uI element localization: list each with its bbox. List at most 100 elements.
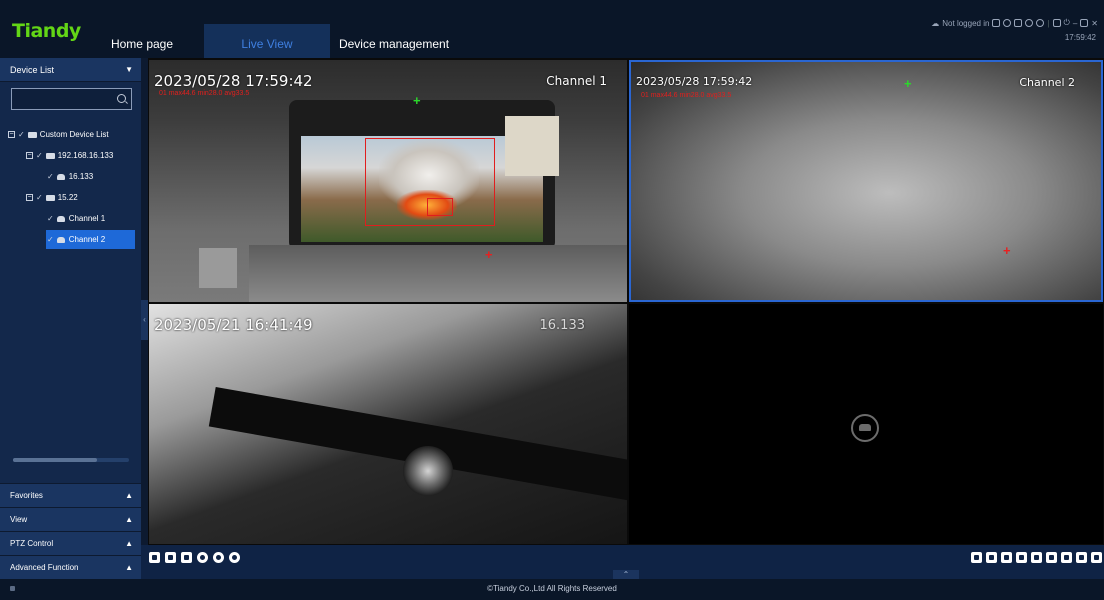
collapse-icon[interactable]: −: [26, 194, 33, 202]
layout-4-icon[interactable]: [986, 552, 997, 563]
settings-icon[interactable]: [1036, 19, 1045, 27]
camera-icon: [56, 173, 65, 180]
restore-icon[interactable]: [1080, 19, 1089, 27]
panel-label: Favorites: [10, 491, 43, 500]
collapse-icon[interactable]: −: [8, 131, 15, 139]
max-temp-marker-icon: +: [413, 93, 421, 108]
status-area: ☁ Not logged in | ⏻ – ✕: [931, 18, 1098, 28]
ptz-icon[interactable]: [197, 552, 208, 563]
search-input[interactable]: [11, 88, 132, 110]
zoom-in-icon[interactable]: [213, 552, 224, 563]
layout-6-icon[interactable]: [1001, 552, 1012, 563]
toolbar-left: [149, 552, 240, 563]
channel-label: 16.133: [539, 318, 586, 333]
video-window-3[interactable]: 2023/05/21 16:41:49 16.133: [149, 304, 627, 544]
divider: |: [1047, 18, 1050, 28]
device-tree: − ✓ Custom Device List − ✓ 192.168.16.133 ✓ 1…: [0, 125, 141, 249]
tree-node-label: Channel 2: [68, 235, 106, 244]
video-window-4[interactable]: [629, 304, 1103, 544]
folder-icon: [27, 131, 37, 138]
panel-label: Advanced Function: [10, 563, 79, 572]
checkbox-icon[interactable]: ✓: [36, 193, 43, 202]
cloud-icon[interactable]: ☁: [931, 19, 939, 28]
keyboard-icon[interactable]: [992, 19, 1001, 27]
tree-node-channel-1[interactable]: ✓ Channel 1: [0, 209, 141, 228]
panel-advanced-function[interactable]: Advanced Function ▲: [0, 555, 141, 579]
collapse-icon[interactable]: −: [26, 152, 33, 160]
checkbox-icon[interactable]: ✓: [47, 214, 54, 223]
lock-icon[interactable]: [1052, 19, 1061, 27]
video-timestamp: 2023/05/21 16:41:49: [154, 316, 313, 334]
layout-9-icon[interactable]: [1031, 552, 1042, 563]
sidebar: Device List ▼ − ✓ Custom Device List − ✓ 192…: [0, 58, 141, 579]
minimize-icon[interactable]: –: [1073, 19, 1077, 28]
tab-home-page[interactable]: Home page: [106, 24, 178, 58]
scene-mechanism: [403, 446, 453, 496]
sidebar-collapse-handle[interactable]: ‹: [141, 300, 148, 340]
panel-view[interactable]: View ▲: [0, 507, 141, 531]
layout-25-icon[interactable]: [1076, 552, 1087, 563]
tab-device-management[interactable]: Device management: [338, 24, 450, 58]
horizontal-scrollbar[interactable]: [13, 458, 129, 462]
info-icon[interactable]: [1025, 19, 1034, 27]
video-grid: 2023/05/28 17:59:42 Channel 1 01 max44.6…: [148, 58, 1104, 545]
search-icon[interactable]: [117, 94, 126, 103]
checkbox-icon[interactable]: ✓: [47, 172, 54, 181]
chevron-up-icon: ▲: [125, 539, 133, 548]
no-video-icon: [851, 414, 879, 442]
checkbox-icon[interactable]: ✓: [36, 151, 43, 160]
close-icon[interactable]: ✕: [1091, 19, 1098, 28]
folder-icon: [45, 194, 55, 201]
lock-screen-icon[interactable]: [1014, 19, 1023, 27]
panel-label: View: [10, 515, 28, 524]
panel-ptz-control[interactable]: PTZ Control ▲: [0, 531, 141, 555]
tree-node-16-133[interactable]: ✓ 16.133: [0, 167, 141, 186]
tree-node-15-22[interactable]: − ✓ 15.22: [0, 188, 141, 207]
scrollbar-thumb[interactable]: [13, 458, 97, 462]
chevron-up-icon: ▲: [125, 515, 133, 524]
user-icon[interactable]: [1003, 19, 1012, 27]
snapshot-icon[interactable]: [149, 552, 160, 563]
tree-node-192-168-16-133[interactable]: − ✓ 192.168.16.133: [0, 146, 141, 165]
footer: ©Tiandy Co.,Ltd All Rights Reserved: [0, 579, 1104, 600]
layout-16-icon[interactable]: [1061, 552, 1072, 563]
layout-8-icon[interactable]: [1016, 552, 1027, 563]
talk-icon[interactable]: [181, 552, 192, 563]
max-temp-marker-icon: +: [904, 76, 912, 91]
camera-icon: [56, 215, 65, 222]
copyright-text: ©Tiandy Co.,Ltd All Rights Reserved: [487, 584, 617, 593]
folder-icon: [45, 152, 55, 159]
app-logo: Tiandy: [12, 20, 81, 42]
checkbox-icon[interactable]: ✓: [47, 235, 54, 244]
scene-paper: [505, 116, 559, 176]
camera-icon: [56, 236, 65, 243]
chevron-down-icon: ▼: [125, 65, 133, 74]
scene-blurred-object: [199, 248, 237, 288]
toolbar-right: [971, 552, 1102, 563]
record-icon[interactable]: [165, 552, 176, 563]
temperature-readout: 01 max44.6 min28.0 avg33.5: [159, 90, 250, 97]
clock: 17:59:42: [1064, 33, 1096, 42]
tree-node-custom-device-list[interactable]: − ✓ Custom Device List: [0, 125, 141, 144]
close-all-icon[interactable]: [229, 552, 240, 563]
login-status[interactable]: Not logged in: [942, 19, 989, 28]
device-list-header[interactable]: Device List ▼: [0, 58, 141, 82]
tree-node-label: 15.22: [57, 193, 78, 202]
tree-node-channel-2[interactable]: ✓ Channel 2: [46, 230, 135, 249]
panel-label: PTZ Control: [10, 539, 54, 548]
fullscreen-icon[interactable]: [1091, 552, 1102, 563]
panel-favorites[interactable]: Favorites ▲: [0, 483, 141, 507]
video-toolbar: ⌃: [141, 545, 1104, 579]
video-timestamp: 2023/05/28 17:59:42: [636, 75, 753, 88]
checkbox-icon[interactable]: ✓: [18, 130, 25, 139]
tree-node-label: 16.133: [68, 172, 94, 181]
layout-1-icon[interactable]: [971, 552, 982, 563]
min-temp-marker-icon: +: [485, 247, 493, 262]
power-icon[interactable]: ⏻: [1064, 18, 1070, 28]
channel-label: Channel 1: [546, 74, 607, 88]
video-window-1[interactable]: 2023/05/28 17:59:42 Channel 1 01 max44.6…: [149, 60, 627, 302]
toolbar-expand-handle[interactable]: ⌃: [613, 570, 639, 579]
video-window-2[interactable]: 2023/05/28 17:59:42 Channel 2 01 max44.6…: [629, 60, 1103, 302]
tab-live-view[interactable]: Live View: [204, 24, 330, 58]
layout-13-icon[interactable]: [1046, 552, 1057, 563]
